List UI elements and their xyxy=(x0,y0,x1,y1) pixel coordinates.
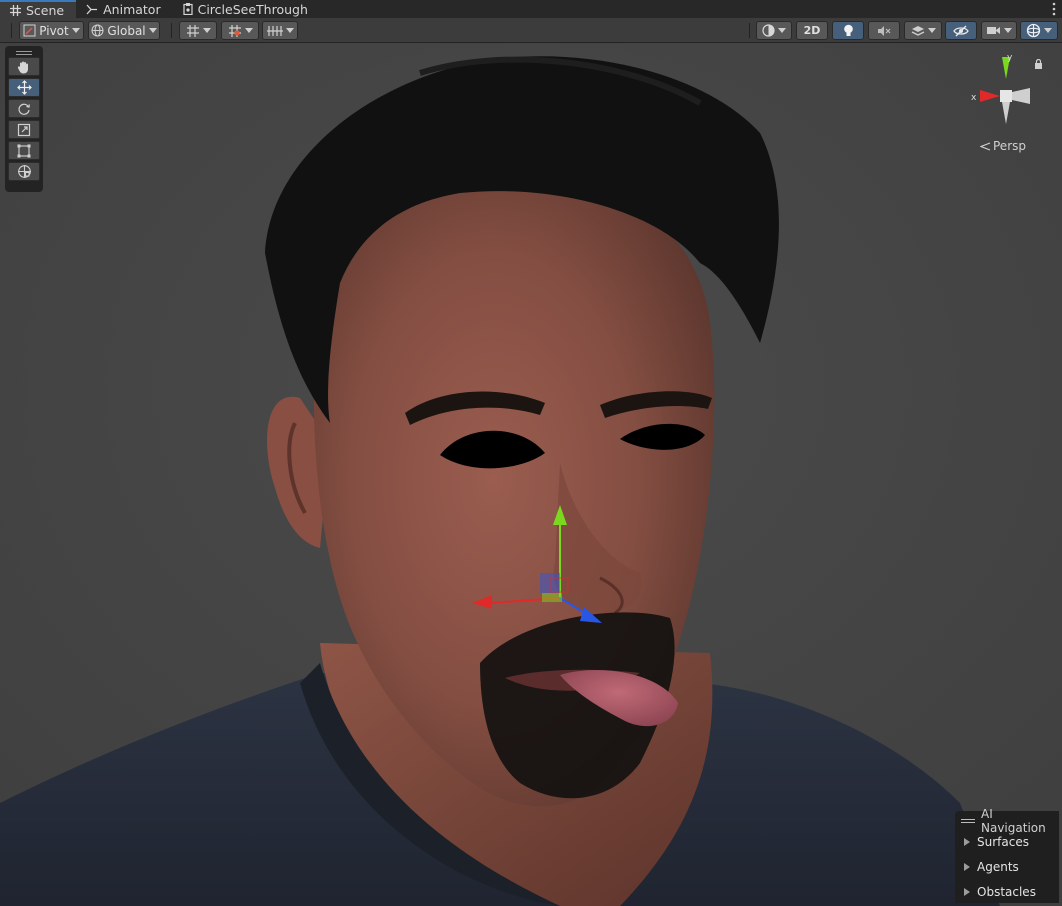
pivot-dropdown[interactable]: Pivot xyxy=(19,21,84,40)
ai-nav-item-label: Surfaces xyxy=(977,834,1029,849)
snap-increment-icon xyxy=(228,24,241,37)
chevron-down-icon xyxy=(148,28,157,33)
global-label: Global xyxy=(107,23,146,38)
tab-scene-label: Scene xyxy=(26,2,65,18)
scene-toolbar: Pivot Global 2D xyxy=(0,18,1062,43)
move-arrows-icon xyxy=(16,80,32,95)
scene-viewport[interactable]: x y Persp AI Navigation Surfaces Agents … xyxy=(0,43,1062,906)
scale-icon xyxy=(17,123,31,136)
palette-grip[interactable] xyxy=(8,49,40,57)
toolbar-separator xyxy=(171,23,172,38)
projection-label: Persp xyxy=(993,139,1026,153)
rect-tool-button[interactable] xyxy=(8,141,40,160)
toolbar-separator xyxy=(11,23,12,38)
ai-nav-item-obstacles[interactable]: Obstacles xyxy=(961,879,1055,904)
gizmo-y-label: y xyxy=(1007,53,1013,63)
projection-toggle[interactable]: Persp xyxy=(980,139,1026,153)
chevron-down-icon xyxy=(927,28,936,33)
globe-icon xyxy=(91,24,104,37)
gizmo-sphere-icon xyxy=(1026,23,1041,38)
chevron-down-icon xyxy=(202,28,211,33)
ai-navigation-overlay: AI Navigation Surfaces Agents Obstacles xyxy=(955,807,1059,904)
chevron-down-icon xyxy=(1004,28,1012,33)
chevron-down-icon xyxy=(71,28,80,33)
effects-dropdown[interactable] xyxy=(904,21,942,40)
hidden-eye-icon xyxy=(953,25,969,36)
toggle-2d-label: 2D xyxy=(803,24,821,37)
tab-circleseethrough-label: CircleSeeThrough xyxy=(197,1,308,17)
expand-arrow-icon xyxy=(964,887,970,896)
chevron-down-icon xyxy=(1044,28,1052,33)
scene-visibility-toggle[interactable] xyxy=(945,21,977,40)
tab-circleseethrough[interactable]: CircleSeeThrough xyxy=(173,0,320,18)
xz-plane-handle[interactable] xyxy=(542,593,562,602)
shading-sphere-icon xyxy=(762,24,775,37)
effects-layers-icon xyxy=(911,25,924,36)
transform-tool-button[interactable] xyxy=(8,162,40,181)
lock-icon[interactable] xyxy=(1034,59,1043,69)
audio-mute-icon xyxy=(878,25,891,36)
align-icon xyxy=(266,25,283,36)
pivot-icon xyxy=(23,24,36,37)
grid-visibility-dropdown[interactable] xyxy=(179,21,217,40)
lighting-toggle[interactable] xyxy=(832,21,864,40)
grid-snapping-dropdown[interactable] xyxy=(221,21,259,40)
transform-all-icon xyxy=(17,165,31,178)
animator-icon xyxy=(86,4,98,14)
tab-bar: Scene Animator CircleSeeThrough xyxy=(0,0,1062,18)
rotate-tool-button[interactable] xyxy=(8,99,40,118)
ai-nav-item-label: Agents xyxy=(977,859,1019,874)
rect-transform-icon xyxy=(17,144,31,157)
lightbulb-icon xyxy=(843,24,853,36)
camera-settings-dropdown[interactable] xyxy=(981,21,1017,40)
ai-navigation-title: AI Navigation xyxy=(981,807,1046,835)
audio-toggle[interactable] xyxy=(868,21,900,40)
tab-animator-label: Animator xyxy=(103,1,161,17)
gizmo-x-label: x xyxy=(971,93,977,103)
grid-icon xyxy=(10,4,21,16)
camera-icon xyxy=(987,27,1000,34)
chevron-down-icon xyxy=(778,28,786,33)
move-tool-button[interactable] xyxy=(8,78,40,97)
shading-mode-dropdown[interactable] xyxy=(756,21,792,40)
expand-arrow-icon xyxy=(964,837,970,846)
hand-icon xyxy=(17,61,28,73)
grid-snap-icon xyxy=(186,24,199,37)
toolbar-separator xyxy=(749,23,750,38)
rotate-icon xyxy=(18,103,30,115)
toggle-2d-button[interactable]: 2D xyxy=(796,21,828,40)
gizmos-dropdown[interactable] xyxy=(1020,21,1058,40)
perspective-icon xyxy=(980,141,991,151)
tab-scene[interactable]: Scene xyxy=(0,0,77,18)
script-icon xyxy=(183,3,193,15)
align-tools-dropdown[interactable] xyxy=(262,21,298,40)
global-dropdown[interactable]: Global xyxy=(88,21,160,40)
expand-arrow-icon xyxy=(964,862,970,871)
ai-nav-item-label: Obstacles xyxy=(977,884,1036,899)
tool-palette xyxy=(5,46,43,192)
scene-render xyxy=(0,43,1062,906)
hand-tool-button[interactable] xyxy=(8,57,40,76)
more-options-icon[interactable] xyxy=(1052,2,1056,16)
scale-tool-button[interactable] xyxy=(8,120,40,139)
tab-animator[interactable]: Animator xyxy=(76,0,172,18)
pivot-label: Pivot xyxy=(39,23,69,38)
drag-handle-icon xyxy=(961,819,975,823)
ai-nav-item-agents[interactable]: Agents xyxy=(961,854,1055,879)
chevron-down-icon xyxy=(244,28,253,33)
chevron-down-icon xyxy=(285,28,294,33)
ai-navigation-header[interactable]: AI Navigation xyxy=(961,807,1055,835)
